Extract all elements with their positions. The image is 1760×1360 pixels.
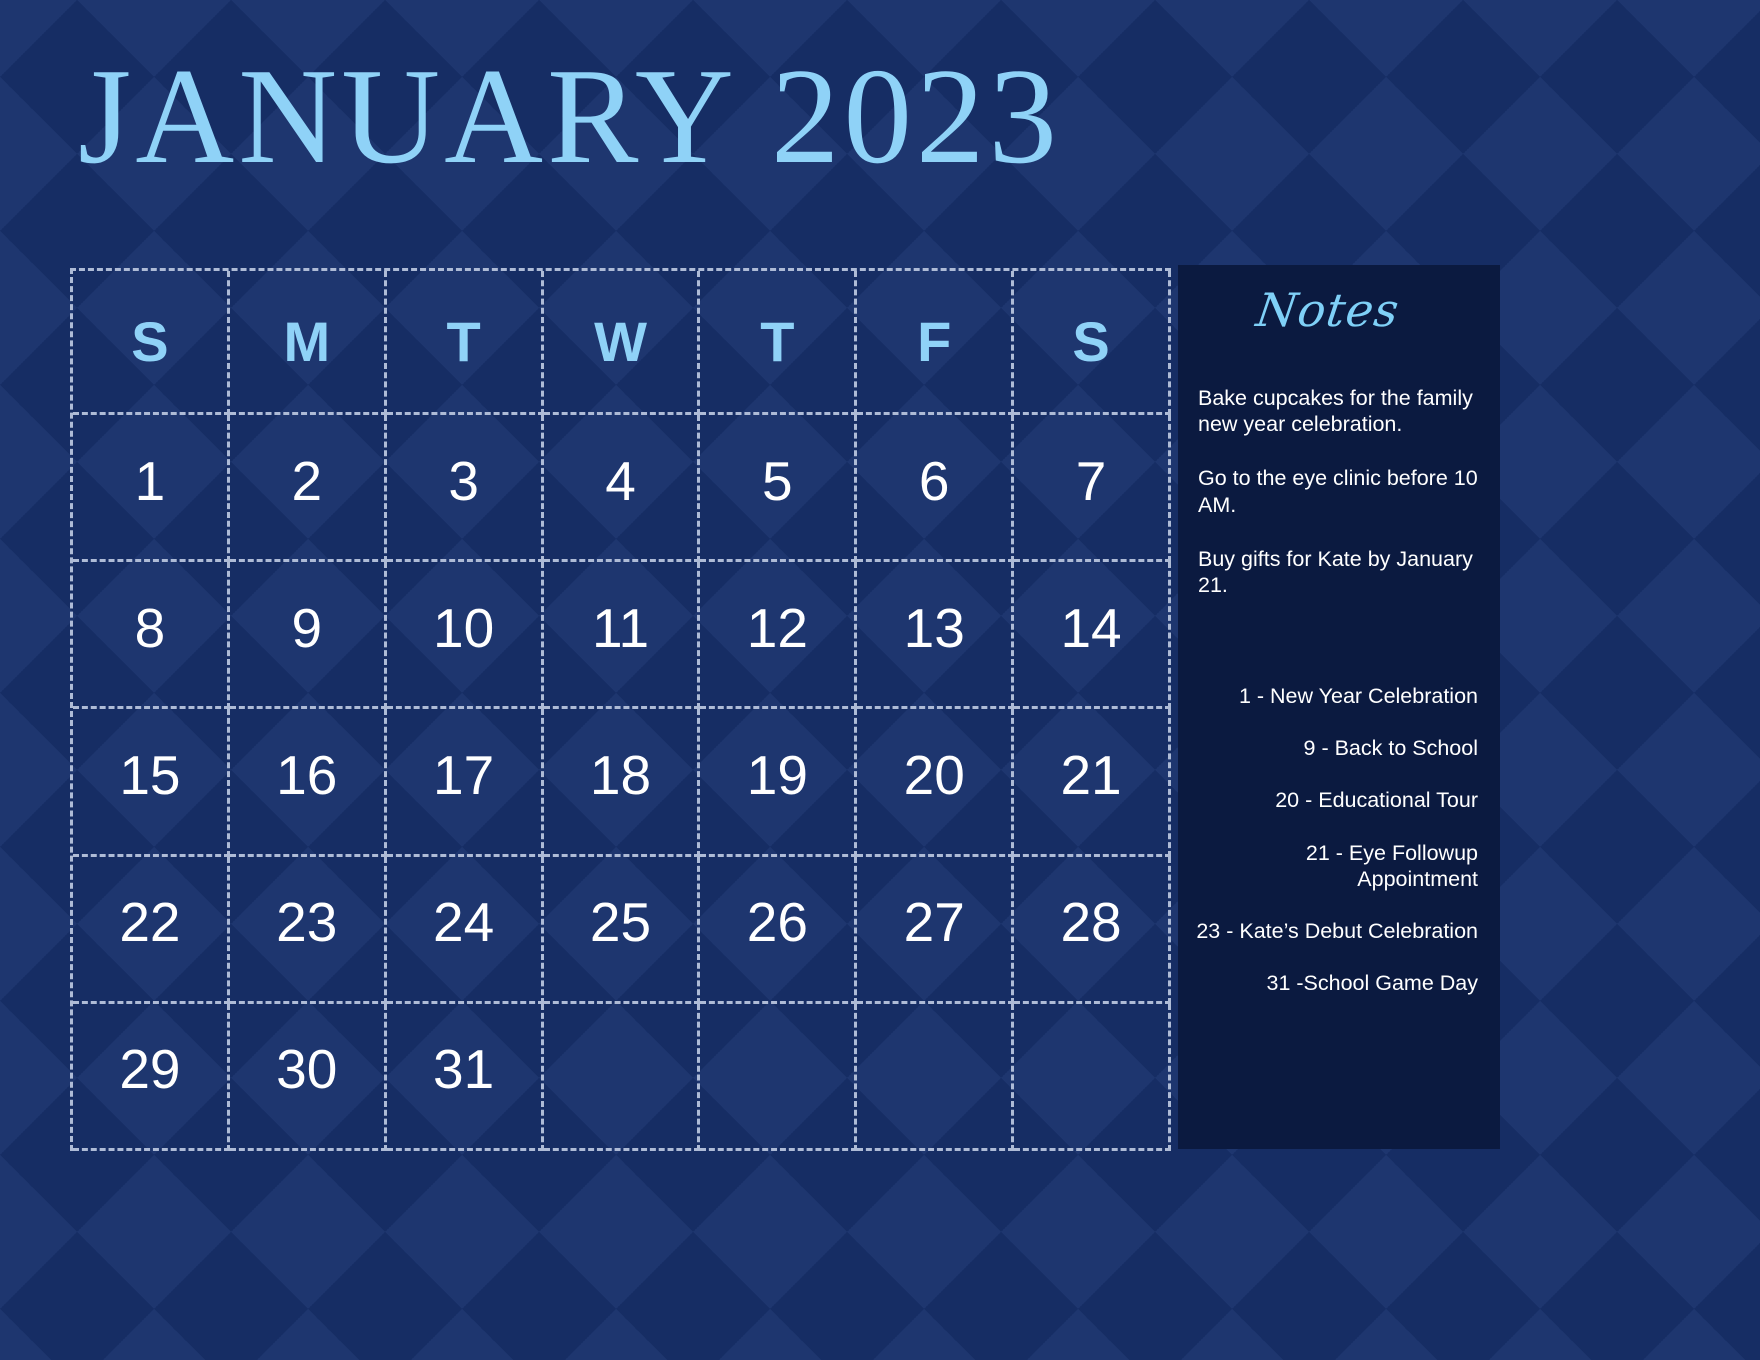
calendar-day-cell[interactable]: 18 [543,709,701,857]
calendar-day-number: 16 [276,743,338,806]
calendar-day-cell[interactable]: 13 [857,562,1015,710]
calendar-day-number: 12 [746,596,808,659]
event-list-item: 21 - Eye Followup Appointment [1305,840,1478,891]
calendar-day-number: 19 [746,743,808,806]
weekday-header-label: W [594,309,647,373]
calendar-day-cell[interactable]: 3 [386,415,544,563]
event-list-item: 31 -School Game Day [1266,971,1478,996]
calendar-day-number: 20 [903,743,965,806]
calendar-day-cell[interactable]: 4 [543,415,701,563]
calendar-day-cell[interactable]: 17 [386,709,544,857]
note-paragraph: Bake cupcakes for the family new year ce… [1198,386,1473,437]
calendar-day-number: 27 [903,891,965,954]
event-list-item: 20 - Educational Tour [1275,788,1478,813]
calendar-day-cell[interactable]: 1 [73,415,230,563]
calendar-day-cell[interactable]: 23 [229,856,387,1004]
calendar-day-cell[interactable]: 31 [386,1003,544,1151]
calendar-day-number: 14 [1060,596,1122,659]
calendar-day-number: 2 [291,449,323,512]
calendar-day-number: 10 [433,596,495,659]
calendar-empty-cell [857,1003,1015,1151]
calendar-day-number: 23 [276,891,338,954]
calendar-day-cell[interactable]: 10 [386,562,544,710]
notes-panel: Notes Bake cupcakes for the family new y… [1178,265,1500,1149]
note-paragraph: Go to the eye clinic before 10 AM. [1198,466,1478,517]
calendar-day-number: 24 [433,891,495,954]
events-list: 1 - New Year Celebration 9 - Back to Scho… [1194,683,1478,1023]
weekday-header-cell: S [73,271,230,415]
calendar-day-number: 17 [433,743,495,806]
calendar-day-number: 18 [589,743,652,806]
calendar-day-cell[interactable]: 22 [73,856,230,1004]
calendar-day-cell[interactable]: 15 [73,709,230,857]
weekday-header-label: T [760,309,795,373]
calendar-empty-cell [1014,1003,1171,1151]
calendar-page: JANUARY 2023 S M T W T F S 1 2 3 4 5 6 7 8 9 10 11 12 13 14 1… [0,0,1760,1360]
calendar-day-cell[interactable]: 6 [857,415,1015,563]
event-list-item: 9 - Back to School [1303,736,1478,761]
calendar-day-cell[interactable]: 26 [700,856,858,1004]
calendar-day-number: 13 [903,596,965,659]
calendar-day-cell[interactable]: 20 [857,709,1015,857]
page-title: JANUARY 2023 [78,40,1061,192]
weekday-header-cell: T [700,271,858,415]
calendar-day-number: 3 [448,449,479,512]
calendar-day-cell[interactable]: 14 [1014,562,1171,710]
calendar-day-number: 30 [276,1038,338,1101]
weekday-header-cell: W [543,271,701,415]
calendar-day-cell[interactable]: 30 [229,1003,387,1151]
calendar-day-cell[interactable]: 25 [543,856,701,1004]
calendar-day-cell[interactable]: 27 [857,856,1015,1004]
calendar-day-cell[interactable]: 29 [73,1003,230,1151]
calendar-day-number: 1 [134,449,166,512]
calendar-day-number: 6 [918,449,950,512]
weekday-header-cell: T [386,271,544,415]
calendar-day-cell[interactable]: 7 [1014,415,1171,563]
calendar-day-cell[interactable]: 24 [386,856,544,1004]
calendar-day-number: 25 [589,891,652,954]
weekday-header-label: M [283,309,331,373]
calendar-day-number: 9 [291,596,323,659]
calendar-day-cell[interactable]: 2 [229,415,387,563]
calendar-day-number: 22 [119,891,181,954]
calendar-day-cell[interactable]: 16 [229,709,387,857]
calendar-day-number: 5 [762,449,793,512]
calendar-day-number: 21 [1060,743,1122,806]
calendar-day-cell[interactable]: 28 [1014,856,1171,1004]
calendar-day-number: 7 [1075,449,1107,512]
calendar-day-number: 31 [433,1038,495,1101]
calendar-day-number: 28 [1060,891,1122,954]
calendar-day-number: 11 [591,596,650,659]
event-list-item: 1 - New Year Celebration [1238,684,1478,708]
calendar-grid: S M T W T F S 1 2 3 4 5 6 7 8 9 10 11 12 13 14 15 16 17 18 19 20 21… [70,268,1171,1151]
calendar-day-number: 26 [746,891,808,954]
calendar-day-cell[interactable]: 11 [543,562,701,710]
calendar-day-cell[interactable]: 9 [229,562,387,710]
calendar-empty-cell [700,1003,858,1151]
calendar-day-number: 4 [605,449,636,512]
note-paragraph: Buy gifts for Kate by January 21. [1198,546,1473,598]
weekday-header-cell: S [1014,271,1171,415]
calendar-day-number: 15 [119,743,181,806]
calendar-day-number: 8 [134,596,166,659]
notes-heading: Notes [1253,283,1403,337]
calendar-day-number: 29 [119,1038,181,1101]
calendar-day-cell[interactable]: 12 [700,562,858,710]
calendar-day-cell[interactable]: 8 [73,562,230,710]
calendar-day-cell[interactable]: 5 [700,415,858,563]
notes-paragraph-list: Bake cupcakes for the family new year ce… [1198,385,1480,626]
weekday-header-label: S [131,309,169,373]
weekday-header-label: T [446,309,481,373]
calendar-day-cell[interactable]: 21 [1014,709,1171,857]
weekday-header-cell: M [229,271,387,415]
weekday-header-label: S [1072,309,1110,373]
calendar-day-cell[interactable]: 19 [700,709,858,857]
weekday-header-label: F [917,309,952,373]
event-list-item: 23 - Kate’s Debut Celebration [1196,919,1478,944]
weekday-header-cell: F [857,271,1015,415]
calendar-empty-cell [543,1003,701,1151]
